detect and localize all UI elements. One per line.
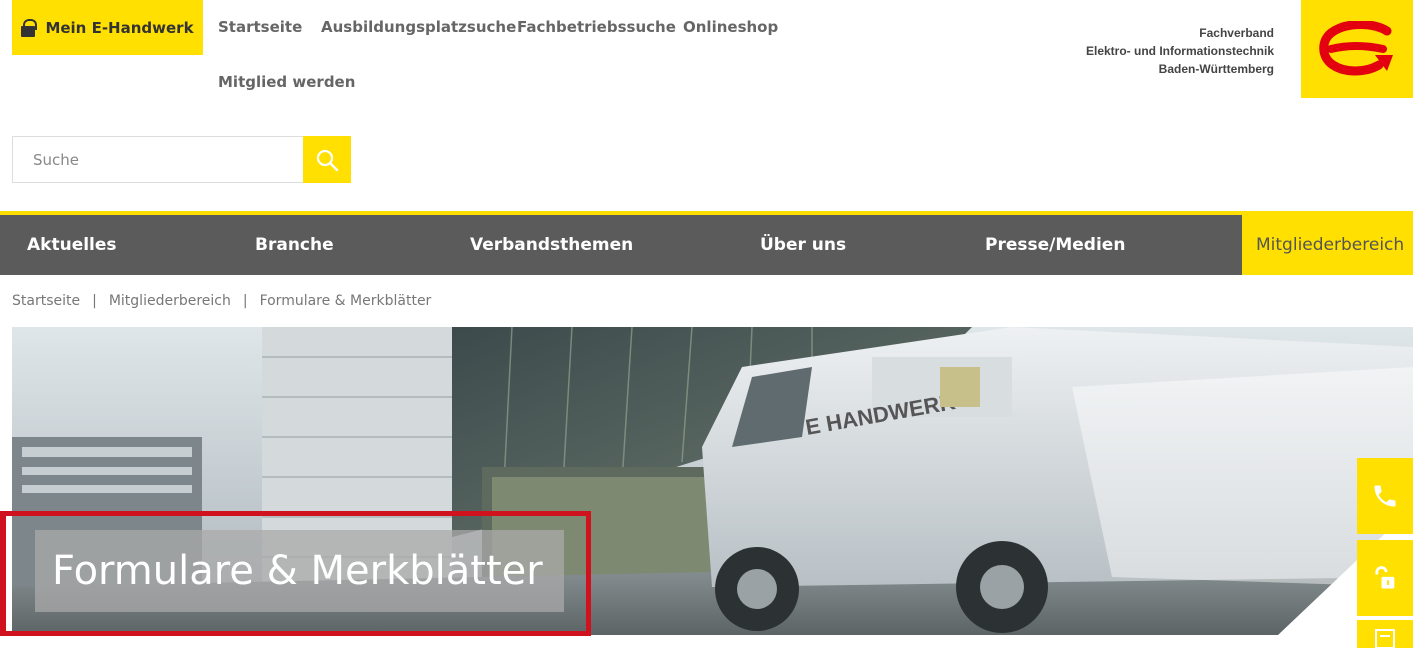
search-input[interactable] (12, 136, 303, 183)
organization-name: Fachverband Elektro- und Informationstec… (1086, 24, 1274, 78)
search-button[interactable] (303, 136, 351, 183)
document-button[interactable] (1357, 620, 1413, 648)
topnav-onlineshop[interactable]: Onlineshop (683, 18, 778, 36)
document-icon (1375, 629, 1395, 648)
phone-icon (1374, 485, 1396, 507)
e-handwerk-logo[interactable] (1301, 0, 1413, 98)
org-line-1: Fachverband (1199, 26, 1274, 40)
org-line-3: Baden-Württemberg (1158, 62, 1274, 76)
breadcrumb-mitgliederbereich[interactable]: Mitgliederbereich (109, 293, 231, 309)
org-line-2: Elektro- und Informationstechnik (1085, 44, 1274, 58)
breadcrumb-startseite[interactable]: Startseite (12, 293, 80, 309)
mainnav-presse-medien[interactable]: Presse/Medien (985, 215, 1125, 275)
topnav-mitglied-werden[interactable]: Mitglied werden (218, 73, 355, 91)
mainnav-aktuelles[interactable]: Aktuelles (27, 215, 117, 275)
unlock-icon (1375, 566, 1395, 589)
contact-phone-button[interactable] (1357, 458, 1413, 534)
mein-e-handwerk-button[interactable]: Mein E-Handwerk (12, 0, 203, 55)
member-login-button[interactable] (1357, 540, 1413, 616)
breadcrumb-current: Formulare & Merkblätter (259, 293, 432, 309)
search-icon (316, 149, 339, 171)
main-navigation: Aktuelles Branche Verbandsthemen Über un… (0, 211, 1413, 275)
topnav-startseite[interactable]: Startseite (218, 18, 302, 36)
mainnav-branche[interactable]: Branche (255, 215, 334, 275)
mein-e-handwerk-label: Mein E-Handwerk (45, 18, 194, 37)
topnav-ausbildungsplatzsuche[interactable]: Ausbildungsplatzsuche (321, 18, 516, 36)
breadcrumb: Startseite | Mitgliederbereich | Formulare &… (12, 293, 432, 309)
page-title: Formulare & Merkblätter (35, 530, 564, 612)
e-logo-icon (1319, 21, 1393, 76)
mainnav-ueber-uns[interactable]: Über uns (760, 215, 846, 275)
mainnav-mitgliederbereich[interactable]: Mitgliederbereich (1242, 215, 1413, 275)
mainnav-verbandsthemen[interactable]: Verbandsthemen (470, 215, 633, 275)
lock-icon (21, 18, 38, 37)
topnav-fachbetriebssuche[interactable]: Fachbetriebssuche (517, 18, 676, 36)
